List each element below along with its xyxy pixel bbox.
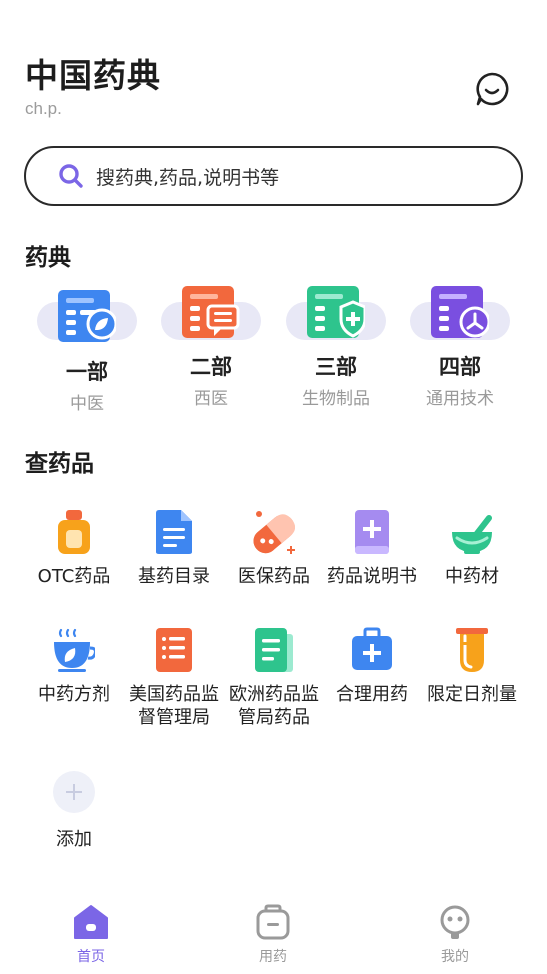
plus-icon xyxy=(66,784,82,800)
part-name: 二部 xyxy=(190,355,232,379)
grid-item-ema[interactable]: 欧洲药品监管局药品 xyxy=(224,626,324,731)
list-document-icon xyxy=(156,628,192,672)
grid-item-otc[interactable]: OTC药品 xyxy=(24,508,124,593)
bottom-tab-bar: 首页 用药 我的 xyxy=(0,900,547,974)
search-bar[interactable]: 搜药典,药品,说明书等 xyxy=(24,146,523,206)
medicine-box-icon xyxy=(256,904,290,940)
tab-label: 我的 xyxy=(441,949,469,965)
tab-home[interactable]: 首页 xyxy=(41,904,141,966)
grid-item-ddd[interactable]: 限定日剂量 xyxy=(422,626,522,711)
grid-item-essential-drugs[interactable]: 基药目录 xyxy=(124,508,224,593)
document-shield-icon xyxy=(307,286,365,338)
grid-item-label: 药品说明书 xyxy=(327,566,417,587)
tab-profile[interactable]: 我的 xyxy=(405,904,505,966)
grid-item-label: 美国药品监督管理局 xyxy=(129,684,219,728)
grid-item-label: OTC药品 xyxy=(37,566,111,587)
document-leaf-icon xyxy=(58,290,116,342)
part-description: 生物制品 xyxy=(302,389,370,409)
mortar-pestle-icon xyxy=(452,515,492,554)
part-description: 西医 xyxy=(194,389,228,409)
grid-item-label: 基药目录 xyxy=(138,566,210,587)
medicine-bottle-icon xyxy=(58,510,90,554)
chat-icon[interactable] xyxy=(474,71,510,107)
part-description: 通用技术 xyxy=(426,389,494,409)
green-document-icon xyxy=(255,628,293,672)
medical-kit-icon xyxy=(352,627,392,670)
grid-item-rational-use[interactable]: 合理用药 xyxy=(322,626,422,711)
grid-item-herbal-materials[interactable]: 中药材 xyxy=(422,508,522,593)
add-label: 添加 xyxy=(56,829,92,850)
book-plus-icon xyxy=(355,510,389,554)
test-tube-icon xyxy=(456,628,488,672)
document-tools-icon xyxy=(431,286,489,338)
grid-item-label: 中药方剂 xyxy=(38,684,110,705)
grid-item-drug-instructions[interactable]: 药品说明书 xyxy=(322,508,422,593)
part-name: 一部 xyxy=(66,360,108,384)
herbal-bowl-icon xyxy=(54,628,95,672)
section-title-pharmacopoeia: 药典 xyxy=(25,245,71,271)
grid-item-label: 中药材 xyxy=(445,566,499,587)
grid-item-fda[interactable]: 美国药品监督管理局 xyxy=(124,626,224,731)
search-icon xyxy=(59,164,83,188)
document-icon xyxy=(156,510,192,554)
part-description: 中医 xyxy=(70,394,104,414)
section-title-drugs: 查药品 xyxy=(25,451,94,477)
grid-item-label: 限定日剂量 xyxy=(427,684,517,705)
home-icon xyxy=(74,905,108,939)
robot-avatar-icon xyxy=(440,905,470,939)
grid-item-label: 合理用药 xyxy=(336,684,408,705)
grid-item-label: 医保药品 xyxy=(238,566,310,587)
grid-item-label: 欧洲药品监管局药品 xyxy=(229,684,319,728)
grid-item-insurance-drugs[interactable]: 医保药品 xyxy=(224,508,324,593)
app-subtitle: ch.p. xyxy=(25,99,62,118)
search-placeholder: 搜药典,药品,说明书等 xyxy=(96,166,280,189)
document-chat-icon xyxy=(182,286,240,338)
grid-item-prescriptions[interactable]: 中药方剂 xyxy=(24,626,124,731)
header: 中国药典 ch.p. xyxy=(25,56,161,119)
tab-medication[interactable]: 用药 xyxy=(223,904,323,966)
add-button[interactable] xyxy=(53,771,95,813)
app-title: 中国药典 xyxy=(25,56,161,95)
tab-label: 用药 xyxy=(259,949,287,965)
tab-label: 首页 xyxy=(77,949,105,965)
part-name: 四部 xyxy=(439,355,481,379)
capsule-icon xyxy=(253,511,295,554)
part-name: 三部 xyxy=(315,355,357,379)
